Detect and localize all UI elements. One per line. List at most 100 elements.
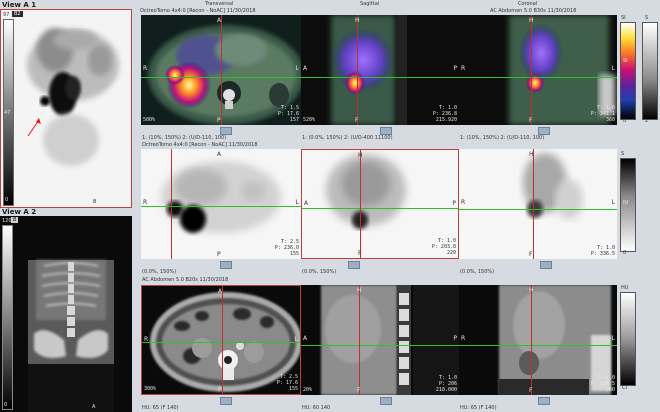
row3-gray-lut[interactable] [620, 292, 636, 386]
r2p1-right: L [295, 199, 299, 206]
r1p2-top: H [355, 17, 360, 24]
r3p2-right: P [453, 335, 457, 342]
row2-sagittal[interactable]: H A P F T: 1.0 P: 203.8 220 [301, 149, 459, 259]
row3-lut-bot: CI [622, 385, 627, 391]
row1-color-lut[interactable] [620, 22, 636, 120]
view-a2-scale[interactable] [2, 225, 13, 410]
r2p1-bottom: P [217, 251, 221, 258]
r2p3-bottom: F [529, 251, 533, 258]
r2p2-right: P [452, 200, 456, 207]
r2p2-top: H [358, 152, 363, 159]
view-a2-scale-top: 120 [2, 218, 12, 224]
view-a1-bottom: B [93, 199, 97, 205]
row3-coronal[interactable]: H R L F T: 1.0 P: 336.5 360 [459, 285, 617, 395]
row1-status-2: 1: (0.0%, 150%) 2: (U/D-400 11100) [302, 135, 393, 141]
r3p3-top: H [529, 287, 534, 294]
r3p3-right: L [611, 335, 615, 342]
r3p1-info: T: 2.5 P: 17.6 155 [276, 374, 298, 392]
view-a1-title: View A 1 [2, 1, 37, 9]
row2-lut-top: S [621, 151, 625, 157]
row1-lut-bot: 0 [623, 118, 627, 124]
row1-sagittal[interactable]: H A P F 520% T: 1.0 P: 236.8 215.920 [301, 15, 459, 125]
r1p1-top: A [217, 17, 222, 24]
row3-status-2: HU: 60 140 [302, 405, 331, 411]
row1-slider-1[interactable] [220, 127, 232, 135]
row3-lut-top: HU [621, 285, 629, 291]
r3p3-info: T: 1.0 P: 336.5 360 [590, 375, 615, 393]
r1p1-zoom: 500% [143, 117, 156, 123]
r3p2-info: T: 1.0 P: 206 218.000 [435, 375, 457, 393]
r3p1-zoom: 300% [144, 386, 157, 392]
row2-status-1: (0.0%, 150%) [142, 269, 177, 275]
r2p1-left: R [143, 199, 148, 206]
r1p3-top: H [529, 17, 534, 24]
r1p3-info: T: 1.0 P: 341.1 360 [590, 105, 615, 123]
r3p1-left: R [144, 336, 149, 343]
r1p3-right: L [611, 65, 615, 72]
r1p3-bottom: F [529, 117, 533, 124]
row2-status-2: (0.0%, 150%) [302, 269, 337, 275]
row3-slider-3[interactable] [538, 397, 550, 405]
row1-lut-top: SI [621, 15, 626, 21]
row3-transversal[interactable]: A R L P 300% T: 2.5 P: 17.6 155 [141, 285, 301, 395]
view-a1-scale-top: 97 [3, 12, 10, 18]
row2-coronal[interactable]: H R L F T: 1.0 P: 336.5 [459, 149, 617, 259]
r2p2-left: A [304, 200, 309, 207]
row2-header: OctreoTomo 4x4:0 [Recon - NoAC] 11/30/20… [142, 142, 258, 148]
row3-slider-2[interactable] [380, 397, 392, 405]
view-a2-viewport[interactable]: B 120 0 A [0, 216, 132, 412]
row2-slider-2[interactable] [348, 261, 360, 269]
col-title-sagittal: Sagittal [360, 1, 380, 7]
r2p1-top: A [217, 151, 222, 158]
row1-coronal[interactable]: H R L F T: 1.0 P: 341.1 360 [459, 15, 617, 125]
row1-gray-lut[interactable] [642, 22, 658, 120]
row3-status-1: HU: 65 (F 140) [142, 405, 179, 411]
view-a1-scale-mid: 47 [4, 110, 11, 116]
ct-scout-image [28, 260, 114, 412]
row1-lut2-bot: 2 [645, 118, 649, 124]
row1-lut-mid: 5I [623, 58, 628, 64]
r1p3-left: R [461, 65, 466, 72]
r3p1-top: A [218, 288, 223, 295]
r1p1-left: R [143, 65, 148, 72]
row3-sagittal[interactable]: H A P F 20% T: 1.0 P: 206 218.000 [301, 285, 459, 395]
r3p2-top: H [357, 287, 362, 294]
r1p2-right: P [453, 65, 457, 72]
row1-transversal[interactable]: A R L P 500% T: 1.5 P: 17.6 157 [141, 15, 301, 125]
row2-transversal[interactable]: A R L P T: 2.5 P: 236.0 155 [141, 149, 301, 259]
r2p3-left: R [461, 199, 466, 206]
row2-slider-1[interactable] [220, 261, 232, 269]
row1-slider-3[interactable] [538, 127, 550, 135]
row2-lut-bot: 0 [623, 250, 627, 256]
r1p2-info: T: 1.0 P: 236.8 215.920 [432, 105, 457, 123]
row1-slider-2[interactable] [380, 127, 392, 135]
col-title-transversal: Transversal [205, 1, 234, 7]
row1-header-2: AC Abdomen 5.0 B30s 11/30/2018 [490, 8, 577, 14]
lesion-arrow-icon [27, 118, 41, 137]
r1p2-zoom: 520% [303, 117, 316, 123]
r3p3-bottom: F [529, 387, 533, 394]
row3-status-3: HU: 65 (F 140) [460, 405, 497, 411]
r1p2-bottom: F [355, 117, 359, 124]
r3p2-zoom: 20% [303, 387, 313, 393]
view-a2-scale-bot: 0 [4, 402, 8, 408]
row2-slider-3[interactable] [540, 261, 552, 269]
r3p1-bottom: P [218, 386, 222, 393]
r2p2-info: T: 1.0 P: 203.8 220 [431, 238, 456, 256]
row1-status-3: 1: (10%, 150%) 2: (U/D-110, 100) [460, 135, 545, 141]
r3p2-left: A [303, 335, 308, 342]
row3-header: AC Abdomen 5.0 B20s 11/30/2018 [142, 277, 229, 283]
r3p2-bottom: F [357, 387, 361, 394]
r2p3-info: T: 1.0 P: 336.5 [590, 245, 615, 257]
r3p1-right: L [294, 336, 298, 343]
row1-header-1: OctreoTomo 4x4:0 [Recon - NoAC] 11/30/20… [140, 8, 256, 14]
row1-lut2-top: S [645, 15, 649, 21]
col-title-coronal: Coronal [518, 1, 538, 7]
view-a1-viewport[interactable]: B2 97 47 0 B [0, 9, 132, 208]
row3-slider-1[interactable] [220, 397, 232, 405]
view-a2-title: View A 2 [2, 208, 37, 216]
r1p2-left: A [303, 65, 308, 72]
r2p3-top: H [529, 151, 534, 158]
row2-status-3: (0.0%, 150%) [460, 269, 495, 275]
r3p3-left: R [461, 335, 466, 342]
